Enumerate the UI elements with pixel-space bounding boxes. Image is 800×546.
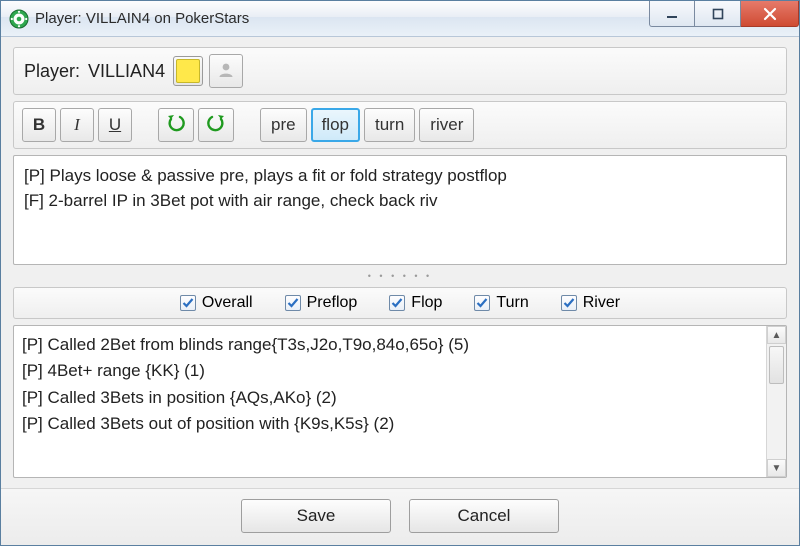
maximize-button[interactable] [695,1,741,27]
color-swatch-button[interactable] [173,56,203,86]
filter-river[interactable]: River [561,294,620,312]
splitter-grip[interactable]: • • • • • • [13,271,787,281]
undo-button[interactable] [158,108,194,142]
close-button[interactable] [741,1,799,27]
filter-flop[interactable]: Flop [389,294,442,312]
list-item[interactable]: [P] 4Bet+ range {KK} (1) [22,358,758,384]
scroll-thumb[interactable] [769,346,784,384]
client-area: Player: VILLIAN4 B I U [1,37,799,488]
list-item[interactable]: [P] Called 3Bets out of position with {K… [22,411,758,437]
checkbox-icon [474,295,490,311]
italic-button[interactable]: I [60,108,94,142]
toolbar: B I U pre flop turn river [13,101,787,149]
person-button[interactable] [209,54,243,88]
window-title: Player: VILLAIN4 on PokerStars [35,10,249,27]
list-item[interactable]: [P] Called 2Bet from blinds range{T3s,J2… [22,332,758,358]
color-swatch [176,59,200,83]
underline-button[interactable]: U [98,108,132,142]
filter-preflop[interactable]: Preflop [285,294,358,312]
checkbox-icon [389,295,405,311]
checkbox-icon [285,295,301,311]
cancel-button[interactable]: Cancel [409,499,559,533]
filter-turn[interactable]: Turn [474,294,528,312]
window-buttons [649,1,799,36]
bold-button[interactable]: B [22,108,56,142]
person-icon [216,60,236,83]
street-flop-button[interactable]: flop [311,108,360,142]
app-icon [9,9,29,29]
note-line: [P] Plays loose & passive pre, plays a f… [24,164,776,189]
filter-label: Flop [411,294,442,312]
list-item[interactable]: [P] Called 3Bets in position {AQs,AKo} (… [22,385,758,411]
scroll-down-icon[interactable]: ▼ [767,459,786,477]
undo-icon [165,111,187,139]
scroll-up-icon[interactable]: ▲ [767,326,786,344]
checkbox-icon [561,295,577,311]
history-list: [P] Called 2Bet from blinds range{T3s,J2… [13,325,787,478]
checkbox-icon [180,295,196,311]
street-turn-button[interactable]: turn [364,108,415,142]
player-header: Player: VILLIAN4 [13,47,787,95]
save-button[interactable]: Save [241,499,391,533]
street-river-button[interactable]: river [419,108,474,142]
history-list-body[interactable]: [P] Called 2Bet from blinds range{T3s,J2… [14,326,766,477]
filter-overall[interactable]: Overall [180,294,253,312]
minimize-button[interactable] [649,1,695,27]
redo-icon [205,111,227,139]
redo-button[interactable] [198,108,234,142]
filter-label: River [583,294,620,312]
filter-label: Preflop [307,294,358,312]
filter-bar: Overall Preflop Flop Turn [13,287,787,319]
player-name: VILLIAN4 [88,61,165,82]
notes-textarea[interactable]: [P] Plays loose & passive pre, plays a f… [13,155,787,265]
footer: Save Cancel [1,488,799,545]
street-pre-button[interactable]: pre [260,108,307,142]
filter-label: Turn [496,294,528,312]
scrollbar[interactable]: ▲ ▼ [766,326,786,477]
filter-label: Overall [202,294,253,312]
note-line: [F] 2-barrel IP in 3Bet pot with air ran… [24,189,776,214]
titlebar: Player: VILLAIN4 on PokerStars [1,1,799,37]
window: Player: VILLAIN4 on PokerStars Player: V… [0,0,800,546]
player-label: Player: [24,61,80,82]
